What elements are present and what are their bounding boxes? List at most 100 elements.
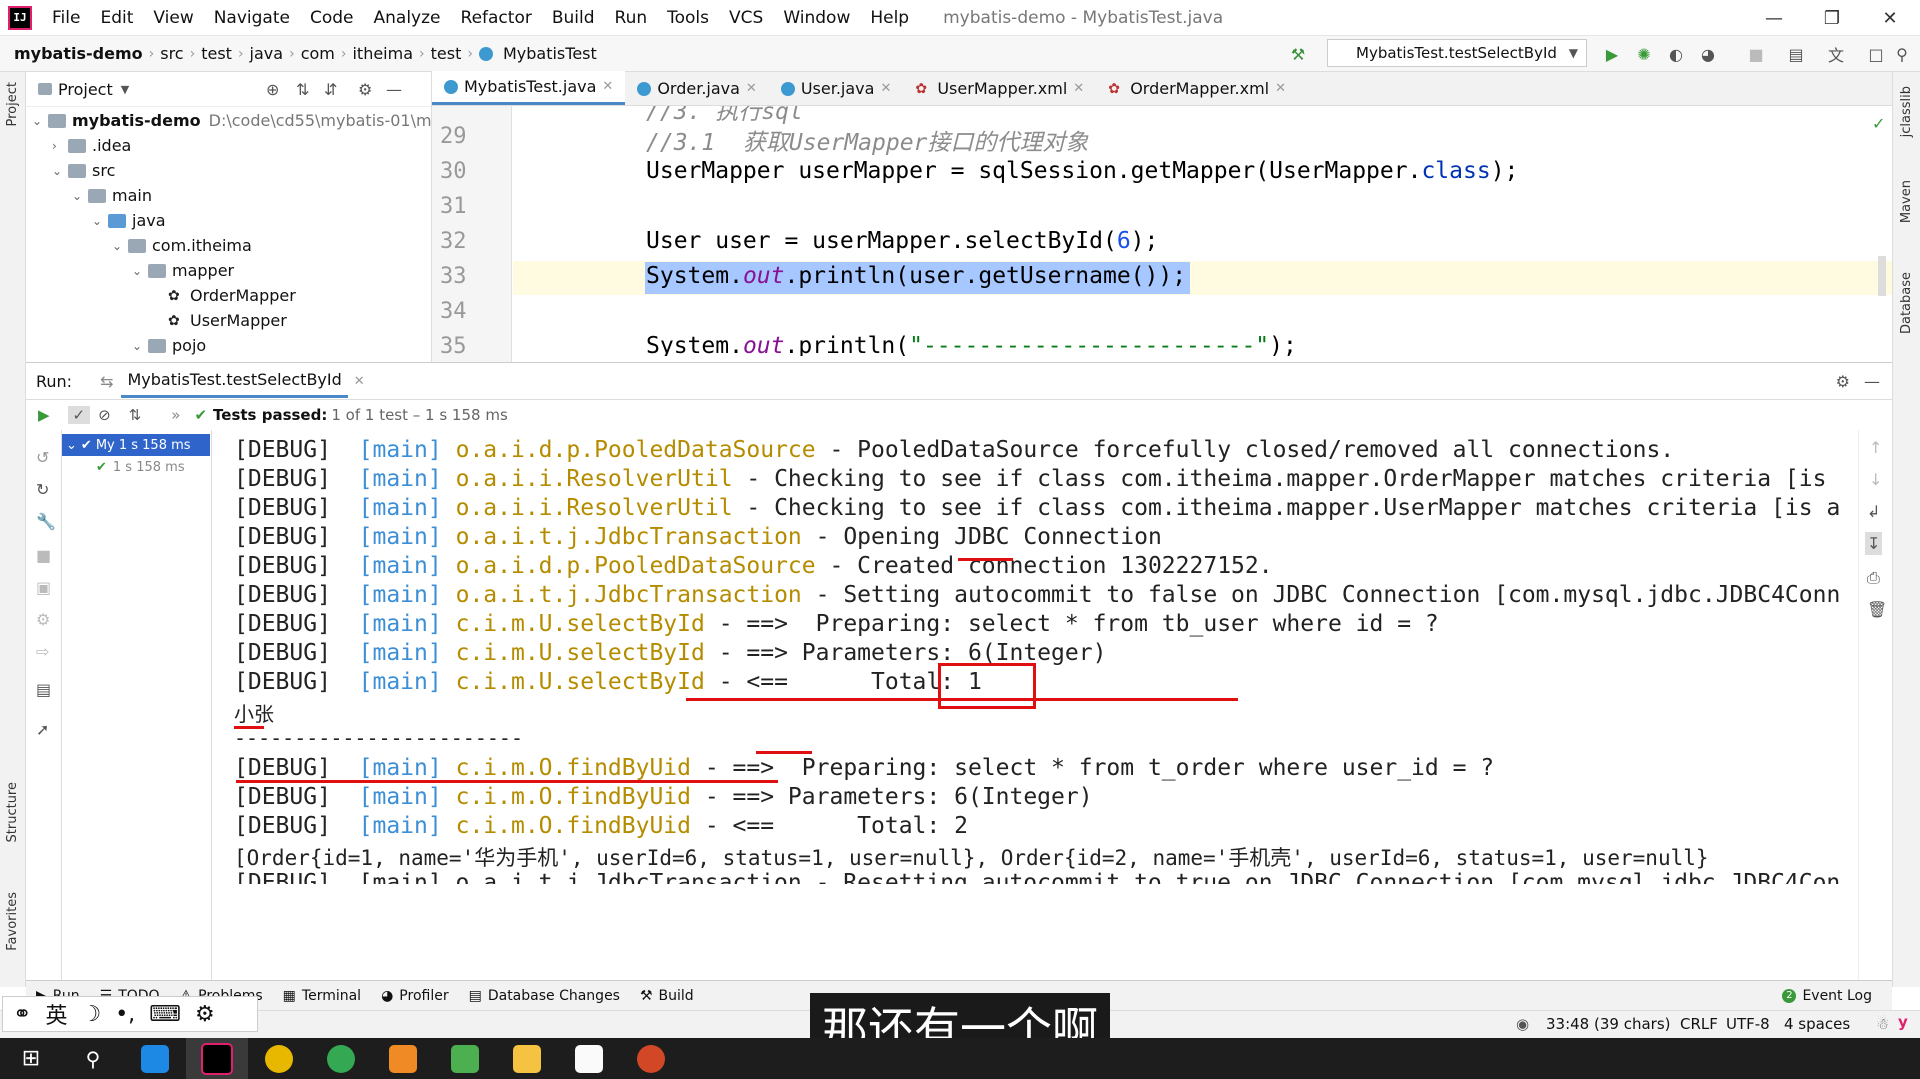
code-line-30[interactable]: UserMapper userMapper = sqlSession.getMa… [646,158,1518,184]
close-icon[interactable]: ✕ [1073,81,1084,96]
project-structure-icon[interactable]: ▤ [1786,44,1806,64]
layout-icon[interactable]: ▤ [36,680,51,699]
structure-tool-button[interactable]: Structure [5,782,20,842]
tab-usermapper-xml[interactable]: ✿ UserMapper.xml ✕ [903,72,1096,105]
tree-item-main[interactable]: ⌄ main [72,183,152,208]
tool-tab-terminal[interactable]: ▦ Terminal [273,988,371,1004]
up-arrow-icon[interactable]: ↑ [1869,438,1882,457]
close-icon[interactable]: ✕ [1275,81,1286,96]
pin-icon[interactable]: ➚ [36,720,49,739]
tree-item-mapper[interactable]: ⌄ mapper [132,258,234,283]
database-tool-button[interactable]: Database [1899,272,1914,334]
app-intellij-icon[interactable] [186,1038,248,1079]
locate-icon[interactable]: ⊕ [266,80,279,99]
tool-tab-build[interactable]: ⚒ Build [630,988,704,1004]
translate-icon[interactable]: 文 [1826,44,1846,65]
code-line-29[interactable]: //3.1 获取UserMapper接口的代理对象 [646,123,1088,157]
close-icon[interactable]: ✕ [354,374,365,389]
run-config-select[interactable]: MybatisTest.testSelectById ▼ [1327,39,1587,67]
maven-tool-button[interactable]: Maven [1899,180,1914,223]
minimize-icon[interactable]: — [1745,0,1803,36]
menu-build[interactable]: Build [542,8,605,28]
code-line-35[interactable]: System.out.println("--------------------… [646,333,1297,356]
menu-vcs[interactable]: VCS [719,8,773,28]
lock-icon[interactable]: ☃ [1876,1015,1889,1033]
tree-item-pojo[interactable]: ⌄ pojo [132,333,206,358]
export-icon[interactable]: ⇨ [36,642,49,661]
run-icon[interactable]: ▶ [1602,44,1622,64]
breadcrumb-java[interactable]: java [244,44,290,63]
jclasslib-tool-button[interactable]: jclasslib [1899,86,1914,137]
search-icon[interactable]: ⚲ [1892,44,1912,64]
tree-item-usermapper[interactable]: ✿ UserMapper [168,308,287,333]
menu-refactor[interactable]: Refactor [451,8,542,28]
menu-file[interactable]: File [42,8,90,28]
wrench-icon[interactable]: 🔧 [36,512,56,531]
gear-icon[interactable]: ⚙ [195,1002,215,1027]
windows-start-icon[interactable]: ⊞ [0,1038,62,1079]
camera-icon[interactable]: ▣ [36,578,51,597]
test-tree-item[interactable]: ✔ 1 s 158 ms [96,460,185,475]
app-chrome-alt-icon[interactable] [310,1038,372,1079]
profiler-icon[interactable]: ◕ [1698,44,1718,64]
line-separator[interactable]: CRLF [1680,1015,1718,1033]
breadcrumb-test-pkg[interactable]: test [425,44,468,63]
app-green-icon[interactable] [434,1038,496,1079]
search-icon[interactable]: ⚲ [62,1038,124,1079]
project-tool-button[interactable]: Project [5,82,20,126]
tree-item-ordermapper[interactable]: ✿ OrderMapper [168,283,296,308]
ime-logo-icon[interactable]: ⚭ [13,1002,31,1027]
menu-run[interactable]: Run [605,8,658,28]
debug-icon[interactable]: ✺ [1634,44,1654,64]
menu-tools[interactable]: Tools [657,8,719,28]
expand-all-icon[interactable]: ⇅ [296,80,309,99]
favorites-tool-button[interactable]: Favorites [5,892,20,951]
file-encoding[interactable]: UTF-8 [1726,1015,1770,1033]
breadcrumb-itheima[interactable]: itheima [346,44,419,63]
show-passed-icon[interactable]: ✓ [67,406,91,424]
tool-tab-profiler[interactable]: ◕ Profiler [371,988,459,1004]
tab-order[interactable]: Order.java ✕ [625,72,769,105]
breadcrumb-com[interactable]: com [295,44,341,63]
gear-icon[interactable]: ⚙ [1836,372,1850,391]
app-orange-icon[interactable] [372,1038,434,1079]
ime-language[interactable]: 英 [45,998,67,1030]
collapse-all-icon[interactable]: ⇵ [324,80,337,99]
menu-navigate[interactable]: Navigate [204,8,300,28]
editor-scrollbar[interactable] [1878,256,1886,296]
tree-item-java[interactable]: ⌄ java [92,208,166,233]
app-typora-icon[interactable] [558,1038,620,1079]
app-folder-icon[interactable] [496,1038,558,1079]
chevron-down-icon[interactable]: ▼ [121,83,129,96]
menu-help[interactable]: Help [860,8,919,28]
hide-icon[interactable]: — [1864,372,1880,391]
tab-user[interactable]: User.java ✕ [769,72,904,105]
close-icon[interactable]: ✕ [880,81,891,96]
tool-tab-database-changes[interactable]: ▤ Database Changes [459,988,630,1004]
more-icon[interactable]: » [171,406,180,424]
run-tab[interactable]: MybatisTest.testSelectById [121,364,348,398]
menu-view[interactable]: View [143,8,203,28]
console-output[interactable]: [DEBUG] [main] o.a.i.d.p.PooledDataSourc… [212,430,1858,980]
test-tree-root[interactable]: ⌄ ✔ My 1 s 158 ms [62,434,210,456]
breadcrumb-test[interactable]: test [195,44,238,63]
caret-position[interactable]: 33:48 (39 chars) [1546,1015,1670,1033]
keyboard-icon[interactable]: ⌨ [149,1002,181,1027]
menu-code[interactable]: Code [300,8,364,28]
breadcrumb-src[interactable]: src [154,44,189,63]
gear-icon[interactable]: ⚙ [358,80,372,99]
breadcrumb-class[interactable]: MybatisTest [497,44,603,63]
tab-mybatistest[interactable]: MybatisTest.java ✕ [432,71,626,105]
punctuation-icon[interactable]: •, [115,1002,135,1027]
coverage-icon[interactable]: ◐ [1666,44,1686,64]
close-icon[interactable]: ✕ [602,79,613,94]
layout-icon[interactable]: □ [1866,44,1886,64]
scroll-to-end-icon[interactable]: ↧ [1865,532,1883,555]
sort-icon[interactable]: ⇅ [129,406,142,424]
indent-setting[interactable]: 4 spaces [1784,1015,1850,1033]
trash-icon[interactable]: 🗑 [1867,600,1887,619]
tree-root[interactable]: ⌄ mybatis-demo D:\code\cd55\mybatis-01\m… [32,108,431,133]
stop-icon[interactable]: ■ [1746,44,1766,64]
close-icon[interactable]: ✕ [746,81,757,96]
hammer-icon[interactable]: ⚒ [1288,44,1308,64]
